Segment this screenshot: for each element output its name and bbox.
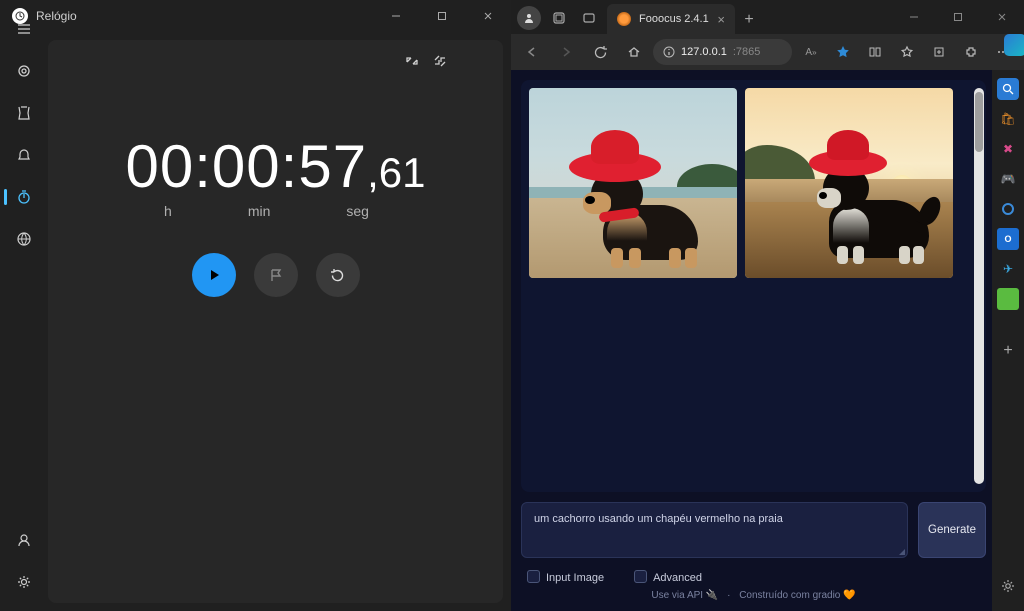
browser-window-controls [892,2,1024,34]
copilot-icon[interactable] [1004,34,1024,56]
generate-button[interactable]: Generate [918,502,986,558]
nav-world-clock[interactable] [4,219,44,259]
sidebar-outlook-icon[interactable]: O [997,228,1019,250]
generated-image-1[interactable] [529,88,737,278]
url-port: :7865 [733,46,761,58]
browser-app: Fooocus 2.4.1 × + 127.0.0.1 :7865 A» [511,0,1024,611]
pin-icon[interactable] [433,54,447,68]
page-footer: Use via API 🔌 · Construído com gradio 🧡 [521,584,986,601]
forward-button[interactable] [551,38,581,66]
stopwatch-comma: , [367,149,379,197]
clock-sidebar [0,0,48,611]
footer-gradio[interactable]: Construído com gradio 🧡 [739,590,855,601]
clock-window-controls [373,0,511,32]
sidebar-settings-icon[interactable] [997,575,1019,597]
site-info-icon[interactable] [663,46,675,58]
stopwatch-labels: h min seg [164,203,369,219]
stopwatch-centiseconds: 61 [379,149,426,197]
clock-app: Relógio [0,0,511,611]
new-tab-button[interactable]: + [735,6,763,34]
stopwatch-buttons [192,253,360,297]
generated-image-2[interactable] [745,88,953,278]
sidebar-search-icon[interactable] [997,78,1019,100]
input-image-checkbox[interactable]: Input Image [527,570,604,584]
sidebar-add-icon[interactable]: + [997,340,1019,362]
edge-sidebar: 🛍 ✖ 🎮 O ✈ + [992,70,1024,611]
back-button[interactable] [517,38,547,66]
url-field[interactable]: 127.0.0.1 :7865 [653,39,792,65]
gallery-panel [521,80,986,492]
nav-alarm[interactable] [4,135,44,175]
stopwatch-panel: 00:00:57 , 61 h min seg [48,40,503,603]
favorite-icon[interactable] [828,38,858,66]
workspaces-icon[interactable] [547,6,571,30]
minimize-button[interactable] [373,0,419,32]
browser-close-button[interactable] [980,2,1024,32]
refresh-button[interactable] [585,38,615,66]
label-h: h [164,203,172,219]
read-aloud-icon[interactable]: A» [796,38,826,66]
collections-icon[interactable] [924,38,954,66]
favorites-list-icon[interactable] [892,38,922,66]
nav-menu-button[interactable] [4,9,44,49]
sidebar-m365-icon[interactable] [997,198,1019,220]
label-seg: seg [346,203,369,219]
play-button[interactable] [192,253,236,297]
prompt-row: um cachorro usando um chapéu vermelho na… [521,502,986,558]
sidebar-drop-icon[interactable]: ✈ [997,258,1019,280]
tab-title: Fooocus 2.4.1 [639,13,709,25]
sidebar-app-green-icon[interactable] [997,288,1019,310]
url-host: 127.0.0.1 [681,46,727,58]
prompt-input[interactable]: um cachorro usando um chapéu vermelho na… [521,502,908,558]
maximize-button[interactable] [419,0,465,32]
split-screen-icon[interactable] [860,38,890,66]
gallery [529,88,978,278]
home-button[interactable] [619,38,649,66]
resize-handle-icon[interactable] [899,549,905,555]
stopwatch-time: 00:00:57 , 61 [126,132,426,201]
browser-titlebar: Fooocus 2.4.1 × + [511,0,1024,34]
tab-close-icon[interactable]: × [717,12,725,27]
sidebar-tools-icon[interactable]: ✖ [997,138,1019,160]
options-row: Input Image Advanced [521,570,986,584]
profile-icon[interactable] [517,6,541,30]
nav-timer[interactable] [4,93,44,133]
browser-maximize-button[interactable] [936,2,980,32]
gallery-scrollbar[interactable] [974,88,984,484]
footer-api[interactable]: Use via API 🔌 [651,590,718,601]
browser-toolbar: 127.0.0.1 :7865 A» [511,34,1024,70]
expand-icon[interactable] [405,54,419,68]
nav-settings[interactable] [4,562,44,602]
sidebar-games-icon[interactable]: 🎮 [997,168,1019,190]
advanced-checkbox[interactable]: Advanced [634,570,702,584]
reset-button[interactable] [316,253,360,297]
close-button[interactable] [465,0,511,32]
lap-button[interactable] [254,253,298,297]
nav-stopwatch[interactable] [4,177,44,217]
fooocus-page: um cachorro usando um chapéu vermelho na… [511,70,992,611]
prompt-text: um cachorro usando um chapéu vermelho na… [534,513,783,525]
nav-focus-sessions[interactable] [4,51,44,91]
browser-minimize-button[interactable] [892,2,936,32]
browser-tab[interactable]: Fooocus 2.4.1 × [607,4,735,34]
label-min: min [248,203,271,219]
tab-actions-icon[interactable] [577,6,601,30]
extensions-icon[interactable] [956,38,986,66]
sidebar-shopping-icon[interactable]: 🛍 [997,108,1019,130]
tab-favicon [617,12,631,26]
stopwatch-hms: 00:00:57 [126,132,368,201]
nav-account[interactable] [4,520,44,560]
